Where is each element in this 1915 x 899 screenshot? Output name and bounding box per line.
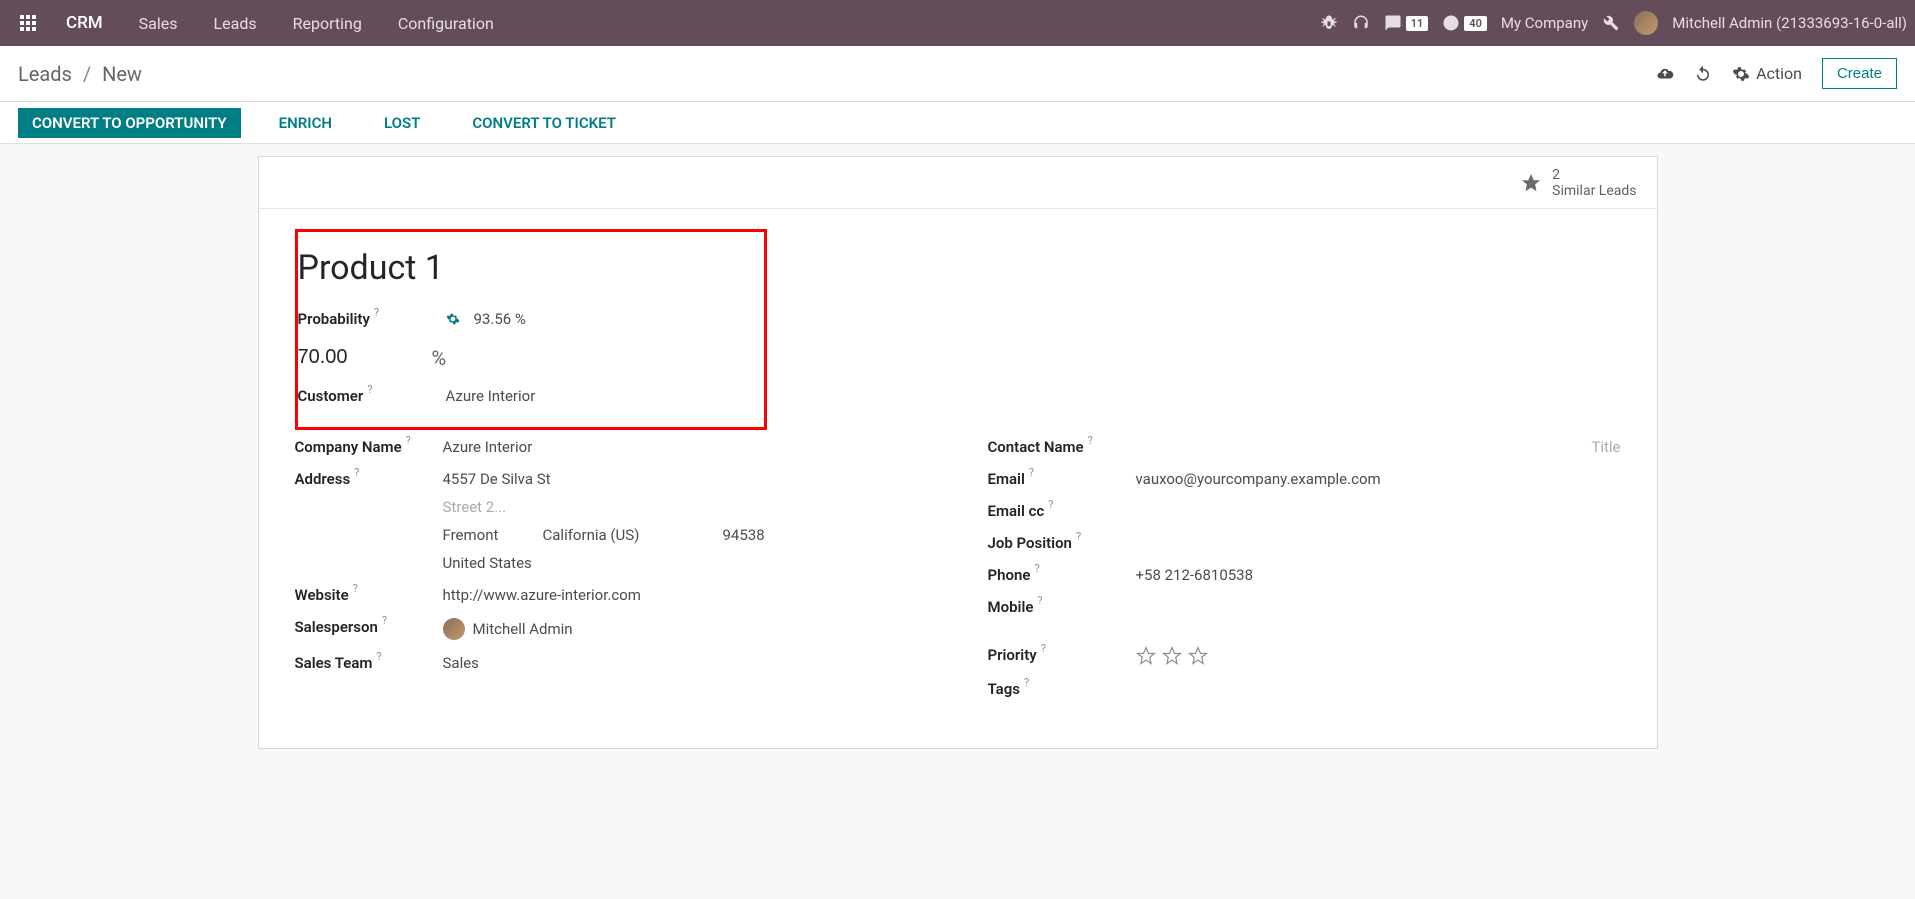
similar-leads-button[interactable]: 2 Similar Leads — [1520, 167, 1636, 199]
support-icon[interactable] — [1352, 14, 1370, 32]
jobposition-label: Job Position — [988, 534, 1072, 552]
street2-field[interactable]: Street 2... — [443, 498, 783, 516]
email-field[interactable]: vauxoo@yourcompany.example.com — [1136, 470, 1381, 488]
help-icon[interactable]: ? — [1034, 562, 1039, 575]
breadcrumb: Leads / New — [18, 62, 142, 86]
customer-field[interactable]: Azure Interior — [446, 387, 536, 405]
nav-sales[interactable]: Sales — [121, 4, 196, 43]
phone-label: Phone — [988, 566, 1031, 584]
help-icon[interactable]: ? — [1037, 594, 1042, 607]
salesperson-label: Salesperson — [295, 618, 378, 636]
nav-configuration[interactable]: Configuration — [380, 4, 512, 43]
zip-field[interactable]: 94538 — [723, 526, 783, 544]
probability-input[interactable] — [298, 342, 378, 373]
avatar — [1634, 11, 1658, 35]
form-sheet: 2 Similar Leads Product 1 Probability ? … — [258, 156, 1658, 749]
breadcrumb-current: New — [102, 62, 142, 86]
company-switcher[interactable]: My Company — [1501, 14, 1588, 32]
salesteam-field[interactable]: Sales — [443, 654, 479, 672]
app-brand[interactable]: CRM — [48, 3, 121, 43]
help-icon[interactable]: ? — [1048, 498, 1053, 511]
similar-label: Similar Leads — [1552, 183, 1636, 199]
clock-icon — [1442, 14, 1460, 32]
company-name-label: Company Name — [295, 438, 402, 456]
messaging-count: 11 — [1406, 16, 1429, 31]
help-icon[interactable]: ? — [354, 466, 359, 479]
status-bar: CONVERT TO OPPORTUNITY ENRICH LOST CONVE… — [0, 102, 1915, 144]
help-icon[interactable]: ? — [1024, 676, 1029, 689]
salesperson-field[interactable]: Mitchell Admin — [473, 620, 573, 638]
convert-ticket-button[interactable]: CONVERT TO TICKET — [458, 108, 630, 138]
country-field[interactable]: United States — [443, 554, 783, 572]
city-field[interactable]: Fremont — [443, 526, 503, 544]
convert-opportunity-button[interactable]: CONVERT TO OPPORTUNITY — [18, 108, 241, 138]
control-bar: Leads / New Action Create — [0, 46, 1915, 102]
help-icon[interactable]: ? — [1076, 530, 1081, 543]
create-button[interactable]: Create — [1822, 58, 1897, 89]
highlighted-region: Product 1 Probability ? 93.56 % % — [295, 229, 767, 430]
help-icon[interactable]: ? — [376, 650, 381, 663]
action-menu-button[interactable]: Action — [1732, 64, 1802, 83]
help-icon[interactable]: ? — [1041, 642, 1046, 655]
activities-count: 40 — [1464, 16, 1487, 31]
priority-star-3[interactable] — [1188, 646, 1208, 666]
similar-count: 2 — [1552, 167, 1636, 183]
contact-name-label: Contact Name — [988, 438, 1084, 456]
activities-button[interactable]: 40 — [1442, 14, 1487, 32]
street-field[interactable]: 4557 De Silva St — [443, 470, 783, 488]
priority-stars — [1136, 646, 1208, 666]
user-menu[interactable]: Mitchell Admin (21333693-16-0-all) — [1672, 14, 1907, 32]
action-label: Action — [1756, 64, 1802, 83]
lead-title[interactable]: Product 1 — [298, 248, 752, 288]
percent-sign: % — [432, 346, 447, 370]
auto-probability-value: 93.56 % — [474, 310, 526, 328]
help-icon[interactable]: ? — [353, 582, 358, 595]
nav-reporting[interactable]: Reporting — [275, 4, 380, 43]
cloud-upload-icon[interactable] — [1656, 65, 1674, 83]
customer-label: Customer — [298, 387, 364, 405]
priority-label: Priority — [988, 646, 1037, 664]
auto-probability-icon[interactable] — [446, 312, 460, 326]
apps-menu-icon[interactable] — [8, 7, 48, 39]
mobile-label: Mobile — [988, 598, 1034, 616]
messaging-button[interactable]: 11 — [1384, 14, 1429, 32]
breadcrumb-sep: / — [83, 62, 91, 86]
discard-icon[interactable] — [1694, 65, 1712, 83]
salesperson-avatar — [443, 618, 465, 640]
gear-icon — [1732, 65, 1750, 83]
emailcc-label: Email cc — [988, 502, 1045, 520]
nav-leads[interactable]: Leads — [196, 4, 275, 43]
breadcrumb-root[interactable]: Leads — [18, 62, 72, 86]
star-icon — [1520, 172, 1542, 194]
website-label: Website — [295, 586, 349, 604]
help-icon[interactable]: ? — [1029, 466, 1034, 479]
help-icon[interactable]: ? — [1088, 434, 1093, 447]
help-icon[interactable]: ? — [367, 383, 372, 396]
email-label: Email — [988, 470, 1025, 488]
help-icon[interactable]: ? — [374, 306, 379, 319]
tools-icon[interactable] — [1602, 14, 1620, 32]
website-field[interactable]: http://www.azure-interior.com — [443, 586, 641, 604]
priority-star-2[interactable] — [1162, 646, 1182, 666]
probability-label: Probability — [298, 310, 370, 328]
top-navbar: CRM Sales Leads Reporting Configuration … — [0, 0, 1915, 46]
tags-label: Tags — [988, 680, 1021, 698]
phone-field[interactable]: +58 212-6810538 — [1136, 566, 1254, 584]
chat-icon — [1384, 14, 1402, 32]
help-icon[interactable]: ? — [382, 614, 387, 627]
company-name-field[interactable]: Azure Interior — [443, 438, 533, 456]
help-icon[interactable]: ? — [406, 434, 411, 447]
form-scroll-area: 2 Similar Leads Product 1 Probability ? … — [0, 144, 1915, 899]
address-label: Address — [295, 470, 351, 488]
lost-button[interactable]: LOST — [370, 108, 434, 138]
enrich-button[interactable]: ENRICH — [265, 108, 346, 138]
bug-icon[interactable] — [1320, 14, 1338, 32]
salesteam-label: Sales Team — [295, 654, 373, 672]
state-field[interactable]: California (US) — [543, 526, 683, 544]
priority-star-1[interactable] — [1136, 646, 1156, 666]
title-field[interactable]: Title — [1591, 438, 1620, 456]
